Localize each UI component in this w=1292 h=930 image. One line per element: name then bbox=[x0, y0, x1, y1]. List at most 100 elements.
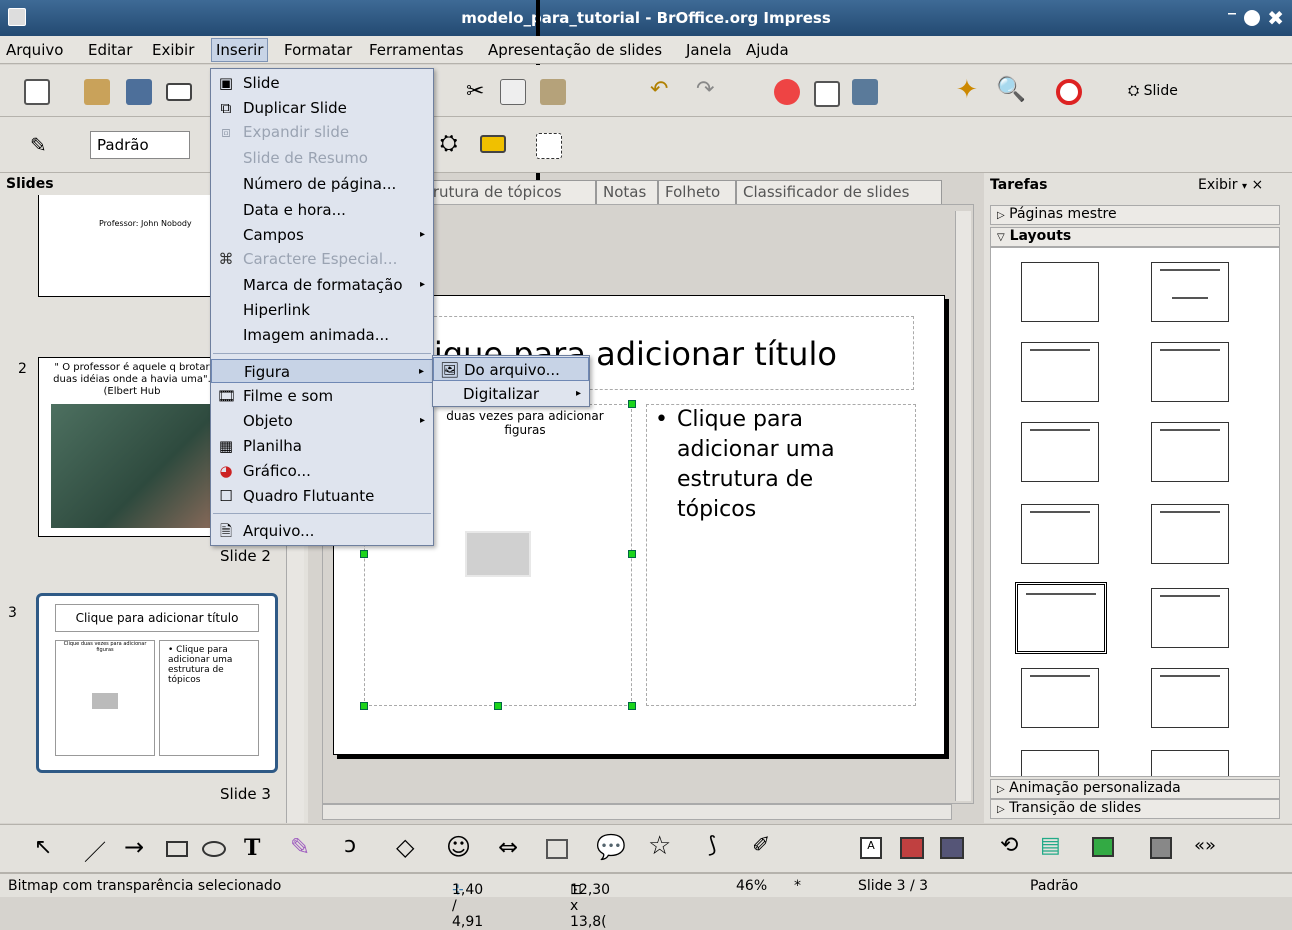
star-icon[interactable]: ☆ bbox=[648, 831, 671, 861]
rotate-icon[interactable]: ⟲ bbox=[1000, 833, 1018, 858]
shadow-icon[interactable] bbox=[480, 135, 506, 153]
menu-item-fields[interactable]: Campos ▸ bbox=[211, 223, 433, 247]
tasks-view-menu[interactable]: Exibir ▾ × bbox=[1198, 177, 1263, 193]
layout-title-only[interactable] bbox=[1151, 262, 1229, 322]
cut-icon[interactable]: ✂ bbox=[466, 79, 484, 104]
minimize-icon[interactable]: ‾ bbox=[1228, 2, 1236, 38]
menu-item-floating-frame[interactable]: ☐ Quadro Flutuante bbox=[211, 484, 433, 508]
align-icon[interactable]: ▤ bbox=[1040, 833, 1061, 858]
wand-icon[interactable]: ✎ bbox=[30, 133, 47, 157]
line-icon[interactable]: ／ bbox=[84, 835, 106, 867]
slide-thumb-3[interactable]: Clique para adicionar título Clique duas… bbox=[36, 593, 278, 773]
ellipse-icon[interactable] bbox=[202, 841, 226, 857]
tab-handout[interactable]: Folheto bbox=[658, 180, 736, 204]
image-icon[interactable] bbox=[852, 79, 878, 105]
menu-ferramentas[interactable]: Ferramentas bbox=[369, 41, 464, 59]
chart-icon[interactable] bbox=[774, 79, 800, 105]
block-arrow-icon[interactable]: ⇔ bbox=[498, 833, 518, 861]
menu-item-figure[interactable]: Figura ▸ bbox=[211, 359, 433, 383]
layout-text-image[interactable] bbox=[1021, 668, 1099, 728]
close-icon[interactable]: × bbox=[1252, 177, 1264, 193]
arrange-icon[interactable] bbox=[1092, 837, 1114, 857]
menu-item-from-file[interactable]: 🖼 Do arquivo... bbox=[433, 357, 589, 381]
close-icon[interactable]: ✖ bbox=[1267, 0, 1284, 36]
smiley-icon[interactable]: ☺ bbox=[446, 833, 471, 861]
layout-title-table[interactable] bbox=[1151, 504, 1229, 564]
from-file-icon[interactable]: A bbox=[860, 837, 882, 859]
insert-picture-icon[interactable] bbox=[900, 837, 924, 859]
extrusion-icon[interactable]: «» bbox=[1194, 835, 1216, 856]
rectangle-icon[interactable] bbox=[166, 841, 188, 857]
menu-item-spreadsheet[interactable]: ▦ Planilha bbox=[211, 434, 433, 458]
resize-handle-mr[interactable] bbox=[628, 550, 636, 558]
callout-icon[interactable]: 💬 bbox=[596, 833, 626, 861]
menu-item-hyperlink[interactable]: Hiperlink bbox=[211, 298, 433, 322]
diamond-icon[interactable]: ◇ bbox=[396, 833, 414, 861]
zoom-icon[interactable]: 🔍 bbox=[996, 75, 1026, 103]
resize-handle-br[interactable] bbox=[628, 702, 636, 710]
menu-item-object[interactable]: Objeto ▸ bbox=[211, 409, 433, 433]
menu-item-date-time[interactable]: Data e hora... bbox=[211, 198, 433, 222]
menu-janela[interactable]: Janela bbox=[686, 41, 732, 59]
arrow-line-icon[interactable]: → bbox=[124, 833, 144, 861]
menu-ajuda[interactable]: Ajuda bbox=[746, 41, 789, 59]
section-custom-animation[interactable]: ▷ Animação personalizada bbox=[990, 779, 1280, 799]
status-zoom[interactable]: 46% bbox=[736, 878, 767, 894]
copy-icon[interactable] bbox=[500, 79, 526, 105]
fill-icon[interactable]: ⛭ bbox=[440, 131, 458, 156]
resize-handle-bl[interactable] bbox=[360, 702, 368, 710]
email-icon[interactable] bbox=[166, 83, 192, 101]
section-master-pages[interactable]: ▷ Páginas mestre bbox=[990, 205, 1280, 225]
menu-formatar[interactable]: Formatar bbox=[284, 41, 352, 59]
layout-chart-text[interactable] bbox=[1151, 668, 1229, 728]
undo-icon[interactable]: ↶ bbox=[650, 77, 668, 102]
menu-item-formatting-mark[interactable]: Marca de formatação ▸ bbox=[211, 273, 433, 297]
menu-item-animated-image[interactable]: Imagem animada... bbox=[211, 323, 433, 347]
redo-icon[interactable]: ↷ bbox=[696, 77, 714, 102]
menu-arquivo[interactable]: Arquivo bbox=[6, 41, 63, 59]
fontwork-icon[interactable]: ✐ bbox=[752, 833, 770, 858]
resize-handle-bm[interactable] bbox=[494, 702, 502, 710]
layout-title-content[interactable] bbox=[1021, 342, 1099, 402]
editor-vscrollbar[interactable] bbox=[955, 211, 971, 801]
app-icon[interactable] bbox=[8, 8, 26, 26]
menu-item-chart[interactable]: ◕ Gráfico... bbox=[211, 459, 433, 483]
gallery-icon[interactable] bbox=[940, 837, 964, 859]
layout-more-1[interactable] bbox=[1021, 750, 1099, 776]
shadow-tool-icon[interactable] bbox=[1150, 837, 1172, 859]
paste-icon[interactable] bbox=[540, 79, 566, 105]
editor-hscrollbar[interactable] bbox=[322, 804, 952, 820]
open-icon[interactable] bbox=[84, 79, 110, 105]
resize-handle-ml[interactable] bbox=[360, 550, 368, 558]
layout-more-2[interactable] bbox=[1151, 750, 1229, 776]
layout-text-chart[interactable] bbox=[1151, 588, 1229, 648]
section-layouts[interactable]: ▽ Layouts bbox=[990, 227, 1280, 247]
tab-sorter[interactable]: Classificador de slides bbox=[736, 180, 942, 204]
section-transition[interactable]: ▷ Transição de slides bbox=[990, 799, 1280, 819]
table-icon[interactable] bbox=[814, 81, 840, 107]
new-icon[interactable] bbox=[24, 79, 50, 105]
layout-title-chart[interactable] bbox=[1021, 504, 1099, 564]
resize-handle-tr[interactable] bbox=[628, 400, 636, 408]
connector-icon[interactable]: ↄ bbox=[344, 833, 356, 858]
outline-placeholder[interactable]: • Clique para adicionar uma estrutura de… bbox=[646, 404, 916, 706]
menu-item-scan[interactable]: Digitalizar ▸ bbox=[433, 382, 589, 406]
menu-editar[interactable]: Editar bbox=[88, 41, 132, 59]
crop-icon[interactable] bbox=[536, 133, 562, 159]
style-select[interactable]: Padrão bbox=[90, 131, 190, 159]
tab-notes[interactable]: Notas bbox=[596, 180, 658, 204]
layout-image-text[interactable] bbox=[1015, 582, 1107, 654]
menu-item-page-number[interactable]: Número de página... bbox=[211, 172, 433, 196]
flowchart-icon[interactable] bbox=[546, 839, 568, 859]
menu-item-file[interactable]: 🗎 Arquivo... bbox=[211, 519, 433, 543]
navigator-icon[interactable]: ✦ bbox=[956, 75, 978, 105]
slide-button[interactable]: ⛭ Slide bbox=[1128, 83, 1178, 99]
tab-outline[interactable]: trutura de tópicos bbox=[420, 180, 596, 204]
save-icon[interactable] bbox=[126, 79, 152, 105]
points-icon[interactable]: ⟆ bbox=[708, 833, 717, 858]
help-icon[interactable] bbox=[1056, 79, 1082, 105]
layout-title-2content[interactable] bbox=[1151, 342, 1229, 402]
menu-exibir[interactable]: Exibir bbox=[152, 41, 194, 59]
menu-item-duplicate-slide[interactable]: ⧉ Duplicar Slide bbox=[211, 96, 433, 120]
menu-inserir[interactable]: Inserir bbox=[211, 38, 269, 62]
